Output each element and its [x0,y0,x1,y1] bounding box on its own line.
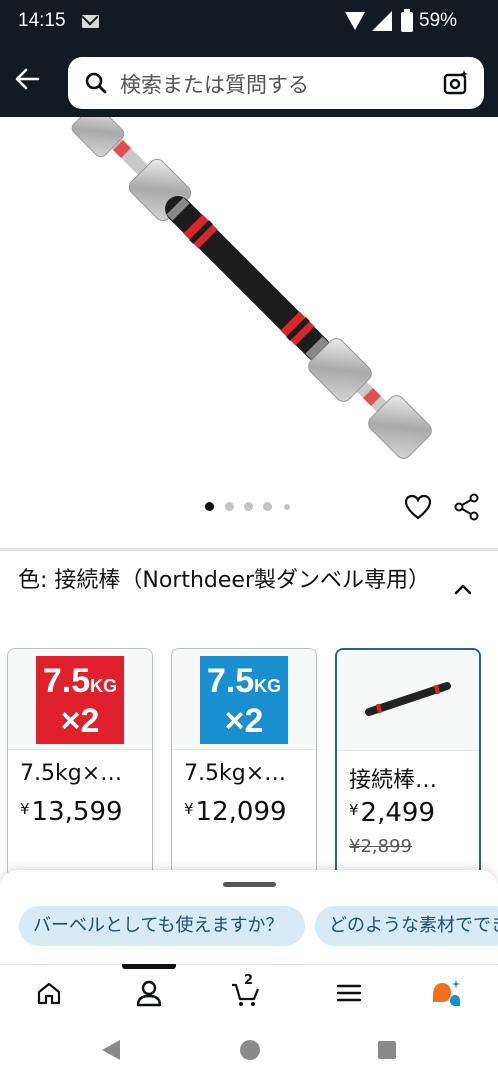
heart-icon[interactable] [403,492,433,522]
yen-symbol: ¥ [184,800,194,818]
home-icon[interactable] [33,977,65,1009]
search-input[interactable]: 検索または質問する [120,69,309,99]
price-value: 13,599 [31,797,123,827]
badge-weight: 7.5 [206,662,255,700]
carousel-dot [263,502,272,511]
suggestion-chip[interactable]: バーベルとしても使えますか？ [19,906,305,946]
search-bar[interactable]: 検索または質問する [68,57,484,109]
badge-unit: KG [254,676,282,696]
yen-symbol: ¥ [20,800,30,818]
cell-signal-icon [372,11,392,31]
weight-badge: 7.5KG ×2 [36,656,124,744]
section-divider [0,548,498,551]
sheet-drag-handle[interactable] [223,882,276,887]
badge-quantity: ×2 [224,702,264,740]
variant-thumbnail: 7.5KG ×2 [8,649,152,749]
product-image-carousel[interactable] [0,117,498,542]
status-bar: 14:15 59% [0,0,498,44]
variant-price: ¥2,499 [349,798,435,828]
color-selection-title: 色: 接続棒（Northdeer製ダンベル専用） [18,568,431,593]
account-icon[interactable] [133,977,165,1009]
bar-thumbnail-image [365,682,451,716]
carousel-dot [225,502,234,511]
variant-name: 7.5kg×… [20,761,123,786]
battery-icon [401,9,413,32]
wifi-icon [345,12,365,30]
badge-unit: KG [90,676,118,696]
system-recents-icon[interactable] [378,1041,396,1059]
mail-icon [82,15,99,28]
variant-option[interactable]: 7.5KG ×2 7.5kg×… ¥13,599 [7,648,153,878]
variant-name: 接続棒… [349,768,438,793]
menu-icon[interactable] [333,977,365,1009]
price-value: 2,499 [360,798,435,828]
variant-option-selected[interactable]: 接続棒… ¥2,499 ¥2,899 [335,648,481,878]
badge-weight: 7.5 [42,662,91,700]
price-value: 12,099 [195,797,287,827]
variant-thumbnail [337,650,479,750]
carousel-dot [244,502,253,511]
variant-thumbnail: 7.5KG ×2 [172,649,316,749]
product-image [71,117,432,459]
chevron-up-icon[interactable] [452,578,474,600]
carousel-dot [205,502,214,511]
battery-percent: 59% [419,10,458,31]
yen-symbol: ¥ [349,801,359,819]
variant-price: ¥12,099 [184,797,287,827]
app-header: 検索または質問する [0,44,498,117]
system-navigation [0,1022,498,1080]
weight-badge: 7.5KG ×2 [200,656,288,744]
list-price: ¥2,899 [349,836,412,857]
variant-price: ¥13,599 [20,797,123,827]
camera-search-icon[interactable] [442,69,470,97]
search-icon [85,72,107,94]
suggestion-chip[interactable]: どのような素材でできていますか [315,906,498,946]
back-arrow-icon[interactable] [12,64,42,94]
status-time: 14:15 [18,10,66,31]
share-icon[interactable] [452,492,482,522]
nav-active-indicator [122,964,176,969]
badge-quantity: ×2 [60,702,100,740]
variant-option[interactable]: 7.5KG ×2 7.5kg×… ¥12,099 [171,648,317,878]
cart-count: 2 [244,973,254,988]
system-back-icon[interactable] [102,1040,120,1060]
bottom-nav: 2 [0,964,498,1022]
system-home-icon[interactable] [240,1040,260,1060]
rufus-icon[interactable] [430,977,462,1009]
variant-name: 7.5kg×… [184,761,287,786]
carousel-dot [284,504,290,510]
